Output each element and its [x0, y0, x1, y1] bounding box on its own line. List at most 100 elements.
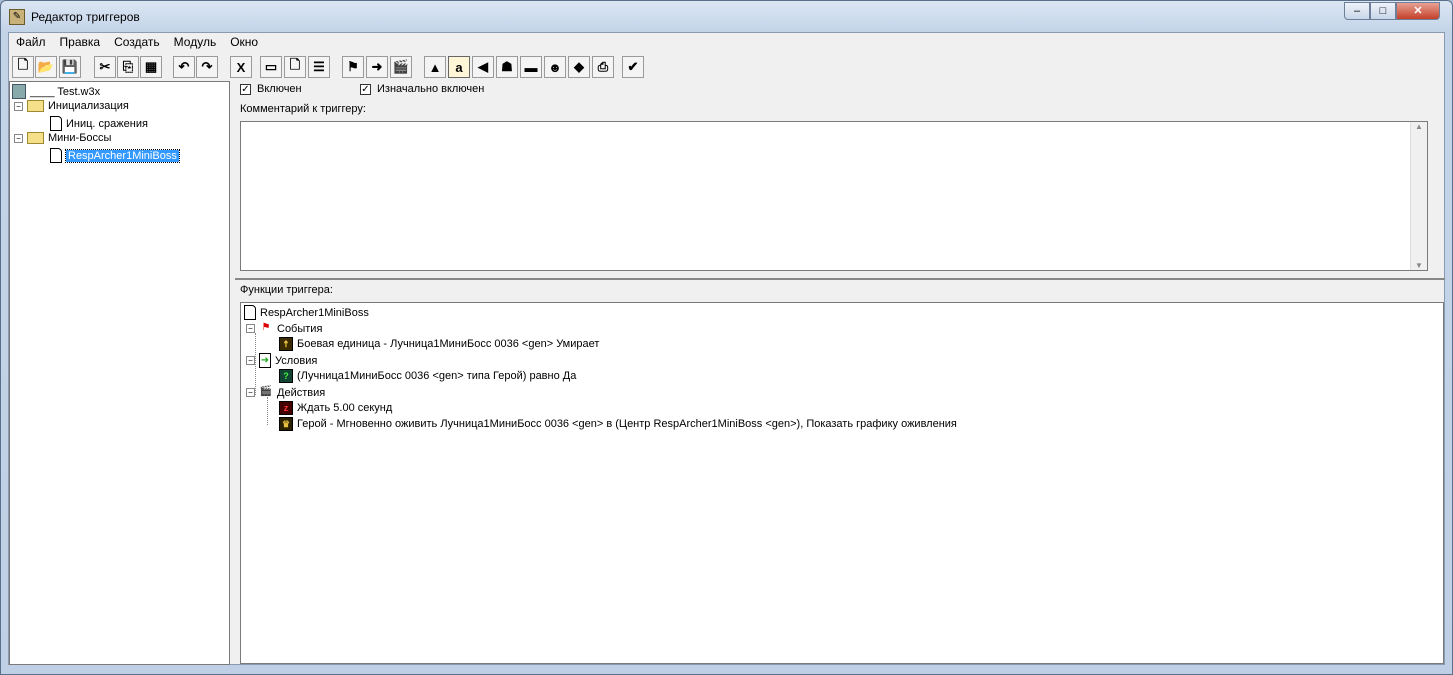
undo-button[interactable]: ↶: [173, 56, 195, 78]
trigger-editor-window: ✎ Редактор триггеров ‒ □ ✕ Файл Правка С…: [0, 0, 1453, 675]
collapse-icon[interactable]: −: [14, 133, 23, 143]
title-bar: ✎ Редактор триггеров: [9, 7, 140, 27]
terrain-editor-icon: ▲: [428, 59, 442, 75]
comment-textarea[interactable]: ▲ ▼: [240, 121, 1428, 271]
toolbar: 🗋 📂 💾 ✂ ⎘ ▦ ↶ ↷ X ▭ 🗋 ☰ ⚑ ➜ 🎬 ▲ a ◀ ☗ ▬ ☻ ◆ ⎙ ✔: [9, 54, 1444, 80]
question-icon: ?: [279, 369, 293, 383]
new-category-icon: ▭: [264, 59, 278, 74]
import-manager-icon: ⎙: [597, 59, 609, 74]
conditions-node[interactable]: − ➜ Условия: [246, 353, 317, 368]
action-item[interactable]: ♛ Герой - Мгновенно оживить Лучница1МиниБ…: [279, 417, 957, 431]
collapse-icon[interactable]: −: [246, 356, 255, 365]
clapperboard-icon: 🎬: [259, 386, 273, 397]
variables-button[interactable]: ☰: [308, 56, 330, 78]
delete-icon: X: [236, 59, 246, 75]
tree-trigger-resparcher[interactable]: RespArcher1MiniBoss: [50, 148, 180, 163]
folder-icon: [27, 100, 44, 112]
trigger-details: ✓ Включен ✓ Изначально включен Комментарий…: [235, 81, 1445, 665]
menu-edit[interactable]: Правка: [53, 33, 108, 52]
sleep-icon: z: [279, 401, 293, 415]
campaign-editor-icon: ▬: [524, 59, 538, 75]
copy-icon: ⎘: [122, 59, 134, 74]
window-title: Редактор триггеров: [31, 10, 140, 24]
trigger-doc-icon: [244, 305, 256, 320]
terrain-editor-button[interactable]: ▲: [424, 56, 446, 78]
maximize-button[interactable]: □: [1370, 2, 1396, 20]
open-icon: 📂: [37, 59, 55, 74]
test-map-icon: ✔: [627, 59, 639, 74]
object-editor-icon: ☗: [501, 59, 513, 74]
new-action-button[interactable]: 🎬: [390, 56, 412, 78]
paste-button[interactable]: ▦: [140, 56, 162, 78]
trigger-doc-icon: [50, 148, 62, 163]
collapse-icon[interactable]: −: [14, 101, 23, 111]
import-manager-button[interactable]: ⎙: [592, 56, 614, 78]
scrollbar[interactable]: ▲ ▼: [1410, 122, 1427, 270]
close-button[interactable]: ✕: [1396, 2, 1440, 20]
menu-window[interactable]: Окно: [223, 33, 265, 52]
trigger-editor-icon: a: [455, 59, 463, 75]
tree-folder-init[interactable]: − Инициализация: [14, 100, 129, 112]
copy-button[interactable]: ⎘: [117, 56, 139, 78]
condition-item[interactable]: ? (Лучница1МиниБосс 0036 <gen> типа Герой…: [279, 369, 576, 383]
menu-bar: Файл Правка Создать Модуль Окно: [9, 33, 265, 52]
functions-tree[interactable]: RespArcher1MiniBoss − ⚑ События ☨ Боевая ед…: [240, 302, 1444, 664]
functions-label: Функции триггера:: [240, 284, 333, 296]
app-icon: ✎: [9, 9, 25, 25]
hero-crown-icon: ♛: [279, 417, 293, 431]
object-manager-button[interactable]: ◆: [568, 56, 590, 78]
sound-editor-button[interactable]: ◀: [472, 56, 494, 78]
open-button[interactable]: 📂: [35, 56, 57, 78]
action-item[interactable]: z Ждать 5.00 секунд: [279, 401, 392, 415]
ai-editor-icon: ☻: [548, 59, 562, 75]
new-condition-button[interactable]: ➜: [366, 56, 388, 78]
new-condition-icon: ➜: [371, 59, 383, 74]
paste-icon: ▦: [144, 59, 158, 74]
new-event-button[interactable]: ⚑: [342, 56, 364, 78]
trigger-root-node[interactable]: RespArcher1MiniBoss: [244, 305, 369, 320]
redo-button[interactable]: ↷: [196, 56, 218, 78]
collapse-icon[interactable]: −: [246, 324, 255, 333]
new-category-button[interactable]: ▭: [260, 56, 282, 78]
tree-trigger-init[interactable]: Иниц. сражения: [50, 116, 148, 131]
trigger-doc-icon: [50, 116, 62, 131]
menu-module[interactable]: Модуль: [167, 33, 224, 52]
delete-button[interactable]: X: [230, 56, 252, 78]
tree-folder-minibosses[interactable]: − Мини-Боссы: [14, 132, 111, 144]
trigger-editor-button[interactable]: a: [448, 56, 470, 78]
actions-node[interactable]: − 🎬 Действия: [246, 385, 325, 400]
event-item[interactable]: ☨ Боевая единица - Лучница1МиниБосс 0036 …: [279, 337, 599, 351]
minimize-button[interactable]: ‒: [1344, 2, 1370, 20]
splitter[interactable]: [235, 274, 1445, 280]
new-action-icon: 🎬: [392, 59, 410, 74]
save-icon: 💾: [61, 59, 79, 74]
menu-create[interactable]: Создать: [107, 33, 167, 52]
new-trigger-icon: 🗋: [289, 57, 301, 72]
initially-on-checkbox[interactable]: ✓ Изначально включен: [360, 83, 484, 95]
new-button[interactable]: 🗋: [12, 56, 34, 78]
sound-editor-icon: ◀: [478, 59, 488, 74]
folder-icon: [27, 132, 44, 144]
variables-icon: ☰: [313, 59, 325, 74]
trigger-tree[interactable]: ____ Test.w3x − Инициализация Иниц. сраже…: [9, 81, 230, 665]
collapse-icon[interactable]: −: [246, 388, 255, 397]
cut-icon: ✂: [99, 59, 111, 74]
save-button[interactable]: 💾: [59, 56, 81, 78]
condition-icon: ➜: [259, 353, 271, 368]
cut-button[interactable]: ✂: [94, 56, 116, 78]
undo-icon: ↶: [178, 59, 190, 74]
object-editor-button[interactable]: ☗: [496, 56, 518, 78]
enabled-checkbox[interactable]: ✓ Включен: [240, 83, 302, 95]
ai-editor-button[interactable]: ☻: [544, 56, 566, 78]
events-node[interactable]: − ⚑ События: [246, 321, 322, 336]
new-trigger-button[interactable]: 🗋: [284, 56, 306, 78]
test-map-button[interactable]: ✔: [622, 56, 644, 78]
new-event-icon: ⚑: [347, 59, 359, 74]
redo-icon: ↷: [201, 59, 213, 74]
tree-root[interactable]: ____ Test.w3x: [12, 84, 100, 99]
new-icon: 🗋: [17, 57, 29, 72]
map-icon: [12, 84, 26, 99]
object-manager-icon: ◆: [574, 59, 584, 74]
menu-file[interactable]: Файл: [9, 33, 53, 52]
campaign-editor-button[interactable]: ▬: [520, 56, 542, 78]
